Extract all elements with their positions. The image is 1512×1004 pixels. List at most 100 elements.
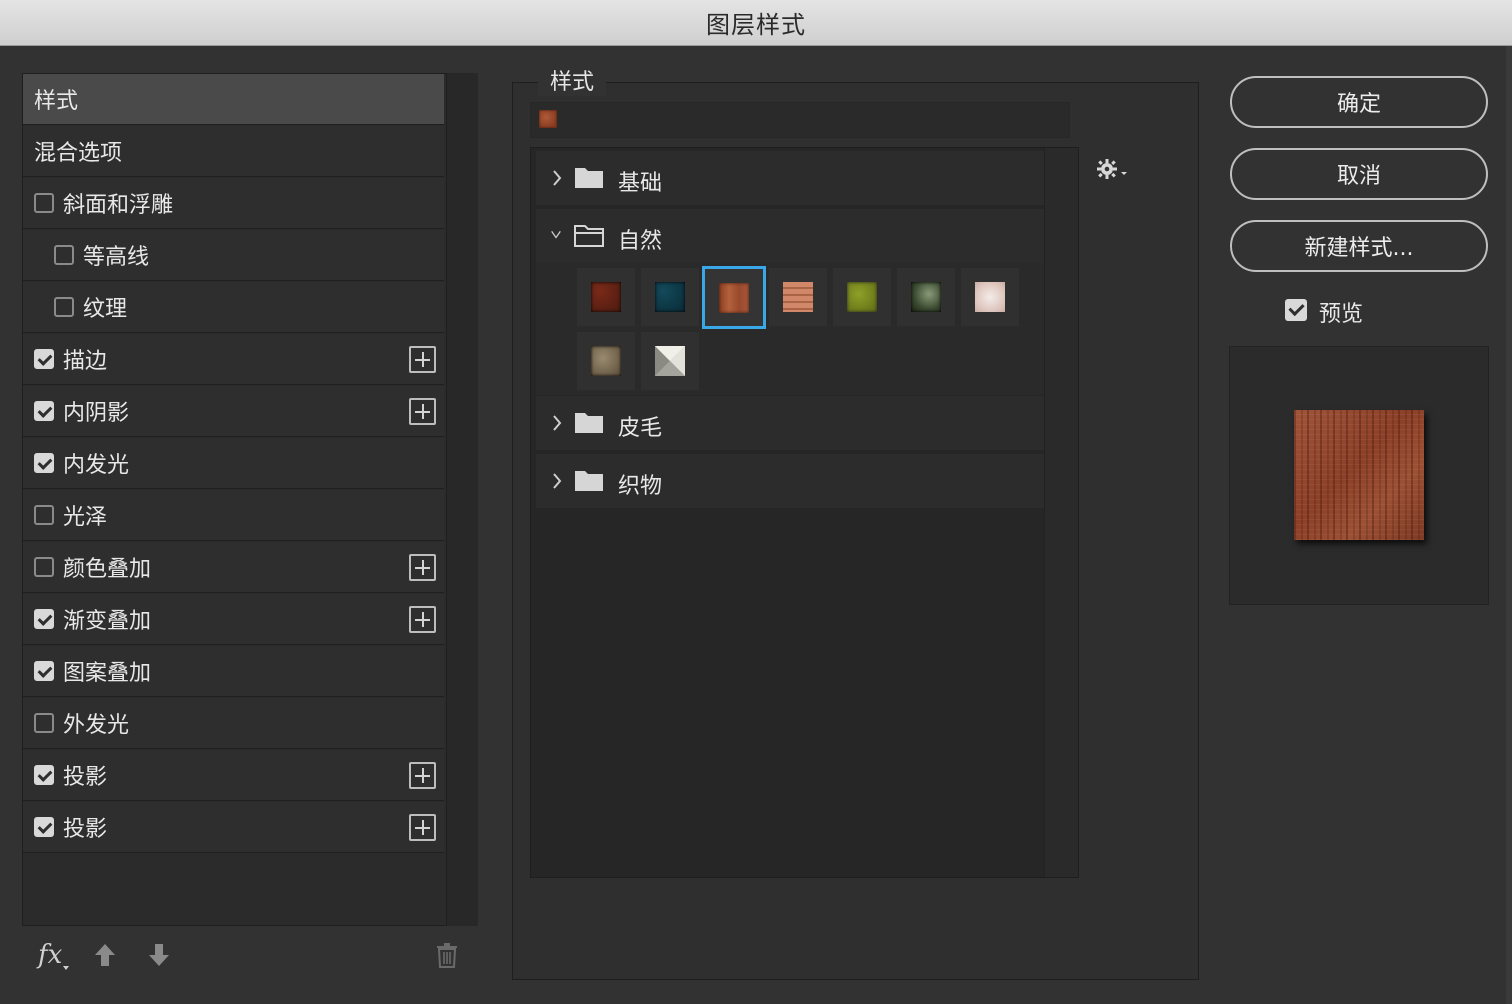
window-title: 图层样式: [706, 11, 806, 39]
bevel-emboss-checkbox[interactable]: [34, 193, 54, 213]
texture-checkbox[interactable]: [54, 297, 74, 317]
add-stroke-icon[interactable]: [409, 346, 436, 373]
move-up-icon[interactable]: [93, 942, 117, 968]
contour-checkbox[interactable]: [54, 245, 74, 265]
effect-label: 投影: [63, 817, 108, 842]
style-swatch[interactable]: [577, 268, 635, 326]
effect-item-inner-shadow[interactable]: 内阴影: [23, 386, 444, 437]
effect-item-styles[interactable]: 样式: [23, 74, 444, 125]
effect-item-pattern-overlay[interactable]: 图案叠加: [23, 646, 444, 697]
chevron-right-icon[interactable]: [550, 472, 564, 490]
group-name: 织物: [618, 474, 663, 499]
folder-icon: [575, 168, 603, 188]
effect-label: 渐变叠加: [63, 609, 152, 634]
gear-icon[interactable]: [1096, 158, 1130, 180]
layer-style-dialog: 样式 混合选项 斜面和浮雕 等高线 纹理 描边 内阴影 内发光 光泽 颜色叠加 …: [0, 46, 1512, 1004]
effect-label: 外发光: [63, 713, 130, 738]
selected-style-strip: [530, 102, 1070, 138]
style-swatch[interactable]: [961, 268, 1019, 326]
gradient-overlay-checkbox[interactable]: [34, 609, 54, 629]
effect-item-contour[interactable]: 等高线: [23, 230, 444, 281]
chevron-right-icon[interactable]: [550, 169, 564, 187]
fx-caret-icon: [63, 966, 69, 970]
add-drop-shadow-2-icon[interactable]: [409, 814, 436, 841]
effect-item-drop-shadow-2[interactable]: 投影: [23, 802, 444, 853]
satin-checkbox[interactable]: [34, 505, 54, 525]
group-name: 皮毛: [618, 416, 663, 441]
style-group-basic[interactable]: 基础: [536, 151, 1044, 205]
effect-item-bevel-emboss[interactable]: 斜面和浮雕: [23, 178, 444, 229]
effect-label: 内发光: [63, 453, 130, 478]
styles-legend: 样式: [538, 64, 607, 96]
effect-label: 样式: [34, 89, 79, 114]
group-name: 基础: [618, 171, 663, 196]
add-gradient-overlay-icon[interactable]: [409, 606, 436, 633]
style-group-nature[interactable]: 自然: [536, 209, 1044, 263]
chevron-right-icon[interactable]: [550, 414, 564, 432]
swatch-texture: [591, 282, 621, 312]
color-overlay-checkbox[interactable]: [34, 557, 54, 577]
style-preview-tile: [1294, 410, 1424, 540]
effect-label: 描边: [63, 349, 108, 374]
effect-item-blending-options[interactable]: 混合选项: [23, 126, 444, 177]
effect-item-inner-glow[interactable]: 内发光: [23, 438, 444, 489]
stroke-checkbox[interactable]: [34, 349, 54, 369]
cancel-button[interactable]: 取消: [1230, 148, 1488, 200]
swatch-texture: [783, 282, 813, 312]
effect-item-texture[interactable]: 纹理: [23, 282, 444, 333]
effect-item-color-overlay[interactable]: 颜色叠加: [23, 542, 444, 593]
inner-shadow-checkbox[interactable]: [34, 401, 54, 421]
effects-footer: fx: [22, 926, 478, 1004]
effects-panel: 样式 混合选项 斜面和浮雕 等高线 纹理 描边 内阴影 内发光 光泽 颜色叠加 …: [22, 73, 478, 1004]
style-swatch-selected[interactable]: [702, 266, 766, 329]
drop-shadow-checkbox[interactable]: [34, 765, 54, 785]
folder-icon: [575, 413, 603, 433]
effect-item-drop-shadow[interactable]: 投影: [23, 750, 444, 801]
effect-item-stroke[interactable]: 描边: [23, 334, 444, 385]
preview-checkbox[interactable]: [1285, 299, 1307, 321]
outer-glow-checkbox[interactable]: [34, 713, 54, 733]
add-color-overlay-icon[interactable]: [409, 554, 436, 581]
style-swatch[interactable]: [769, 268, 827, 326]
swatch-texture: [847, 282, 877, 312]
title-bar: 图层样式: [0, 0, 1512, 46]
style-group-fabric[interactable]: 织物: [536, 454, 1044, 508]
window-edge: [1506, 46, 1512, 1004]
swatch-texture: [655, 346, 685, 376]
style-swatch[interactable]: [641, 332, 699, 390]
move-down-icon[interactable]: [147, 942, 171, 968]
selected-style-thumbnail: [539, 110, 557, 128]
effect-item-outer-glow[interactable]: 外发光: [23, 698, 444, 749]
effect-label: 投影: [63, 765, 108, 790]
style-swatch[interactable]: [897, 268, 955, 326]
style-swatch[interactable]: [577, 332, 635, 390]
effect-label: 颜色叠加: [63, 557, 152, 582]
fx-menu-button[interactable]: fx: [38, 940, 62, 970]
style-swatch[interactable]: [833, 268, 891, 326]
effect-item-gradient-overlay[interactable]: 渐变叠加: [23, 594, 444, 645]
swatch-texture: [975, 282, 1005, 312]
folder-open-icon: [574, 225, 604, 247]
drop-shadow-2-checkbox[interactable]: [34, 817, 54, 837]
effect-label: 内阴影: [63, 401, 130, 426]
style-swatch[interactable]: [641, 268, 699, 326]
pattern-overlay-checkbox[interactable]: [34, 661, 54, 681]
add-drop-shadow-icon[interactable]: [409, 762, 436, 789]
add-inner-shadow-icon[interactable]: [409, 398, 436, 425]
chevron-down-icon[interactable]: [546, 229, 566, 243]
effect-label: 混合选项: [34, 141, 123, 166]
effect-label: 等高线: [83, 245, 150, 270]
trash-icon[interactable]: [436, 942, 458, 968]
effect-label: 纹理: [83, 297, 128, 322]
style-group-fur[interactable]: 皮毛: [536, 396, 1044, 450]
effects-scrollbar[interactable]: [446, 73, 478, 926]
preview-label: 预览: [1319, 302, 1364, 327]
folder-icon: [575, 471, 603, 491]
styles-scrollbar[interactable]: [1044, 148, 1078, 877]
effect-item-satin[interactable]: 光泽: [23, 490, 444, 541]
new-style-button[interactable]: 新建样式...: [1230, 220, 1488, 272]
ok-button[interactable]: 确定: [1230, 76, 1488, 128]
inner-glow-checkbox[interactable]: [34, 453, 54, 473]
group-name: 自然: [618, 229, 663, 254]
swatch-texture: [655, 282, 685, 312]
